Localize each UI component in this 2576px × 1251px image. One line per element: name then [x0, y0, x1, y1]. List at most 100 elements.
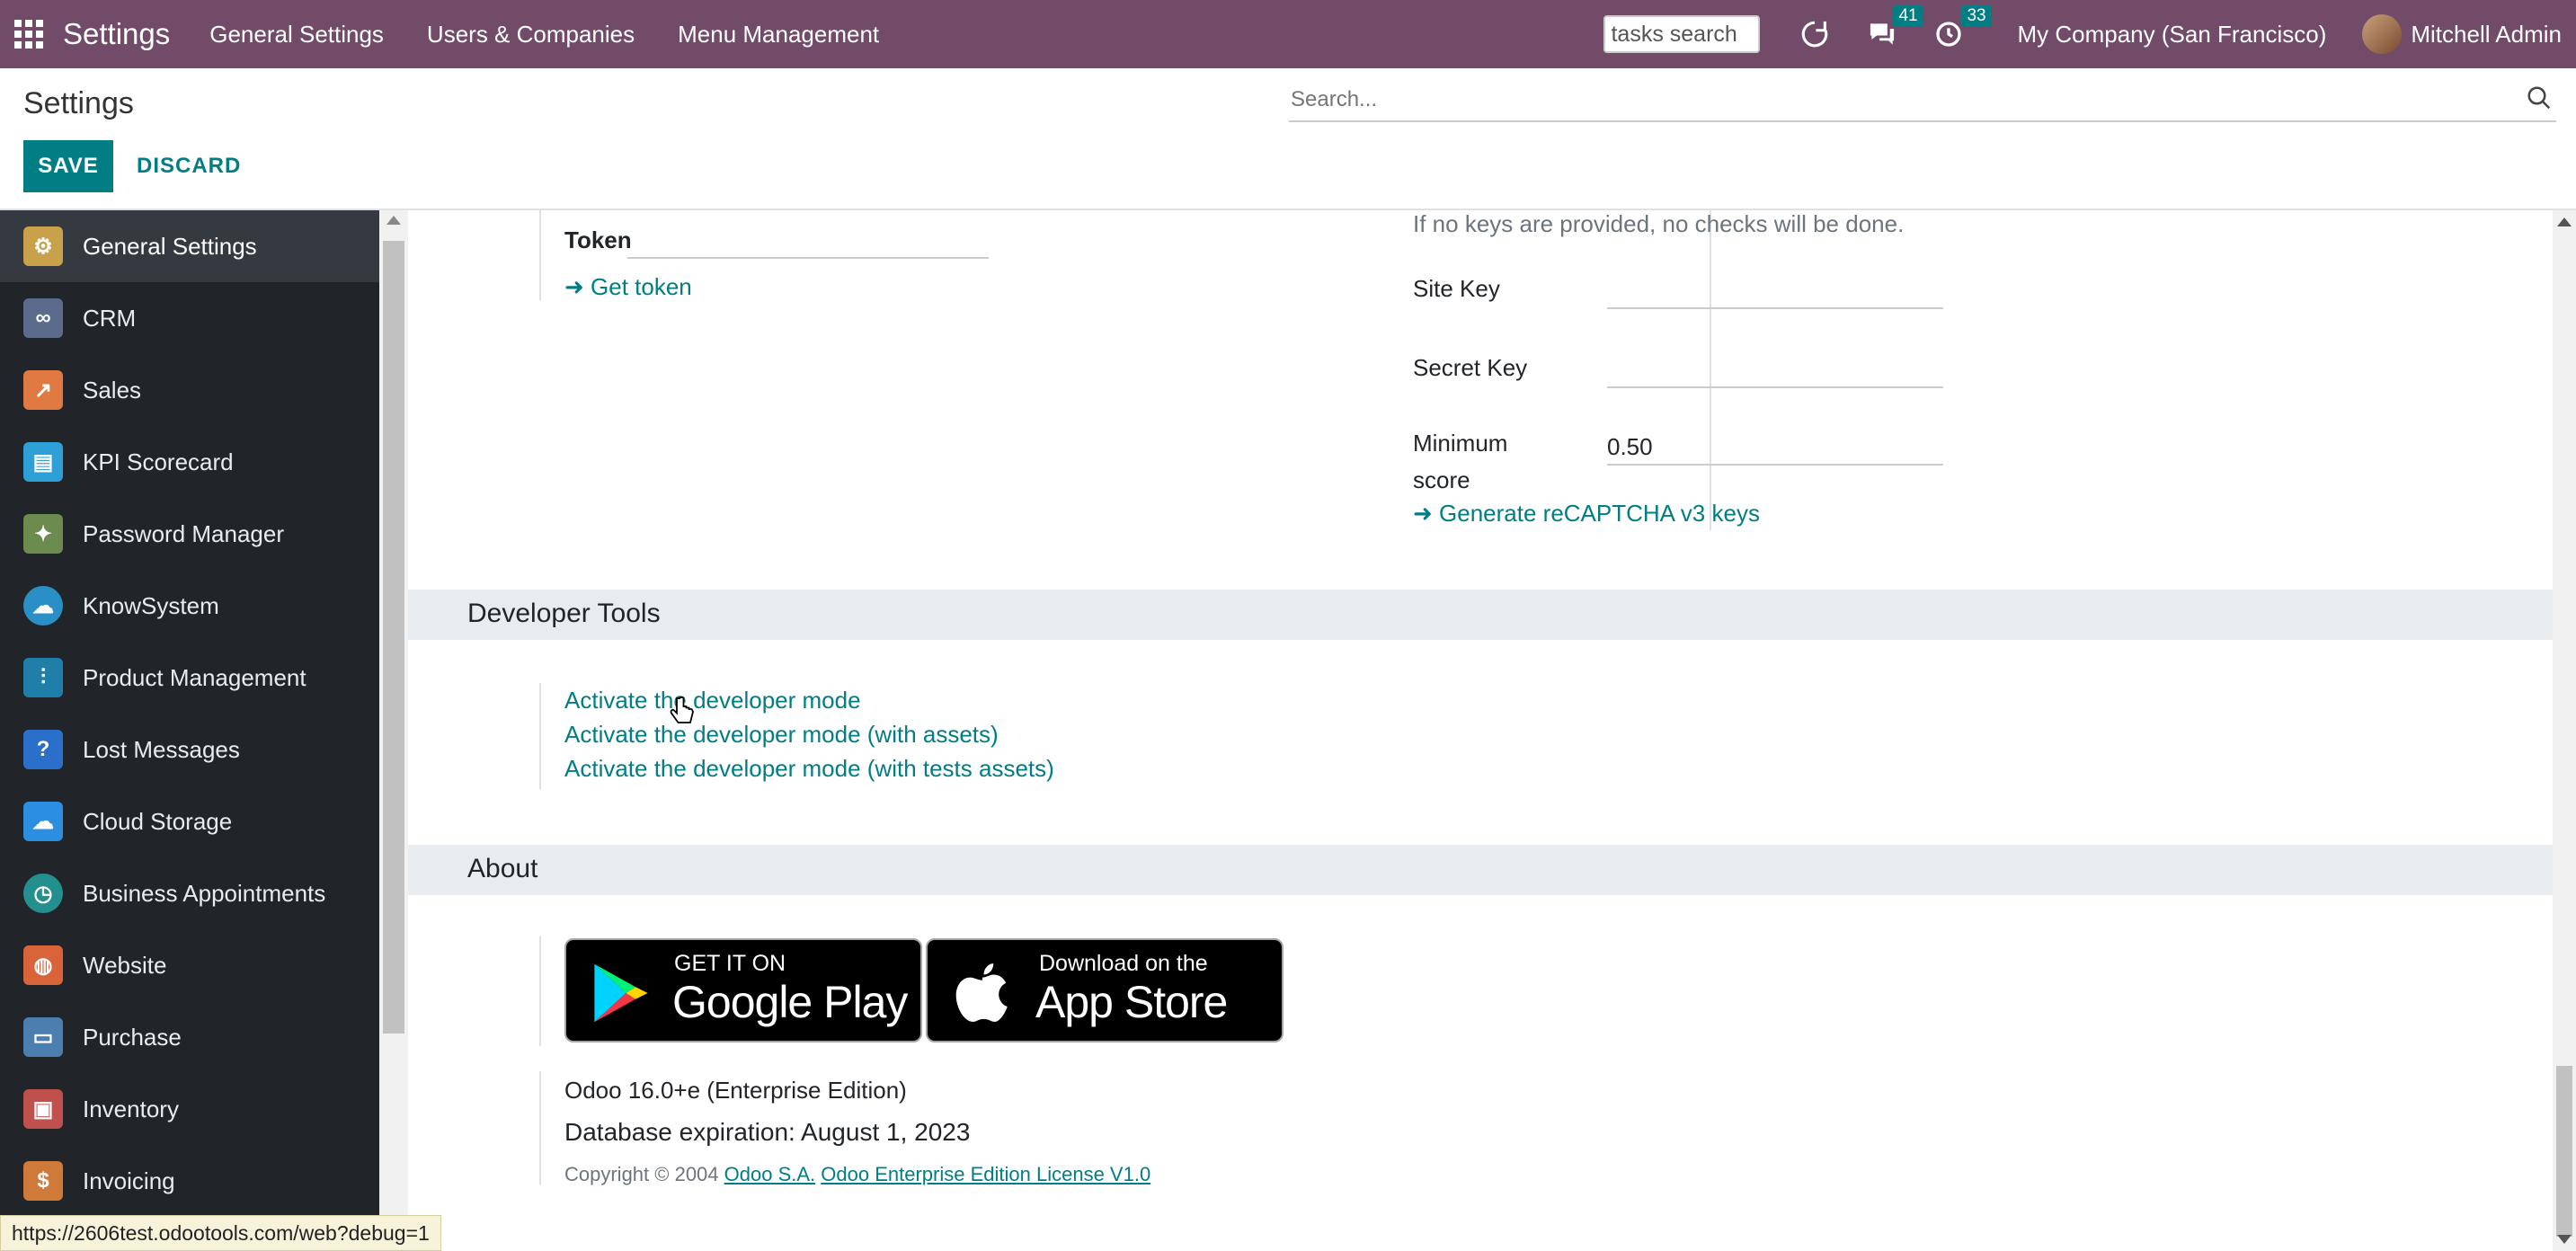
- sidebar-item-lost-messages[interactable]: ? Lost Messages: [0, 714, 379, 785]
- sidebar-item-website[interactable]: ◍ Website: [0, 929, 379, 1001]
- sidebar-item-purchase[interactable]: ▭ Purchase: [0, 1001, 379, 1073]
- sidebar-item-label: Inventory: [83, 1095, 179, 1122]
- user-question-icon: ?: [23, 730, 63, 769]
- user-menu[interactable]: Mitchell Admin: [2411, 21, 2562, 49]
- sidebar-item-general-settings[interactable]: ⚙ General Settings: [0, 210, 379, 282]
- search-icon[interactable]: [2526, 84, 2553, 116]
- card-icon: ▭: [23, 1017, 63, 1057]
- sidebar-item-label: Sales: [83, 376, 142, 404]
- google-play-badge[interactable]: GET IT ON Google Play: [564, 938, 922, 1042]
- sidebar-item-label: KnowSystem: [83, 591, 219, 619]
- scroll-up-icon[interactable]: [2557, 217, 2572, 226]
- sidebar-item-label: Invoicing: [83, 1167, 175, 1194]
- minimum-score-label-line2: score: [1413, 466, 1470, 493]
- dev-tools-border: [539, 683, 541, 789]
- main-scrollbar[interactable]: [2553, 210, 2576, 1251]
- sidebar-item-inventory[interactable]: ▣ Inventory: [0, 1073, 379, 1145]
- sidebar-item-label: Business Appointments: [83, 879, 326, 907]
- settings-search-input[interactable]: [1289, 79, 2461, 120]
- activate-developer-mode-tests-assets-link[interactable]: Activate the developer mode (with tests …: [564, 755, 1054, 783]
- secret-key-field[interactable]: [1607, 386, 1943, 388]
- app-store-badge[interactable]: Download on the App Store: [926, 938, 1284, 1042]
- menu-general-settings[interactable]: General Settings: [209, 21, 384, 49]
- sidebar-scrollbar[interactable]: [379, 210, 408, 1251]
- hand-pointer-icon: [669, 696, 696, 732]
- token-field[interactable]: [627, 257, 989, 259]
- activities-icon[interactable]: 33: [1934, 5, 1992, 49]
- sidebar-item-label: CRM: [83, 304, 137, 332]
- token-label: Token: [564, 226, 632, 253]
- box-icon: ▣: [23, 1089, 63, 1129]
- save-button[interactable]: SAVE: [23, 140, 113, 192]
- refresh-icon[interactable]: [1799, 19, 1830, 49]
- activities-badge: 33: [1961, 5, 1992, 27]
- google-play-big-text: Google Play: [672, 977, 908, 1027]
- settings-content: Token ➜ Get token If no keys are provide…: [408, 210, 2553, 1251]
- sidebar-item-cloud-storage[interactable]: ☁ Cloud Storage: [0, 785, 379, 857]
- setting-left-border: [539, 210, 541, 300]
- page-title: Settings: [23, 86, 134, 120]
- generate-keys-label: Generate reCAPTCHA v3 keys: [1439, 500, 1760, 527]
- main-scroll-thumb[interactable]: [2556, 1066, 2572, 1237]
- menu-users-companies[interactable]: Users & Companies: [427, 21, 635, 49]
- app-brand[interactable]: Settings: [63, 17, 170, 51]
- sidebar-item-label: Password Manager: [83, 519, 284, 547]
- sidebar-item-password-manager[interactable]: ✦ Password Manager: [0, 498, 379, 570]
- sidebar-item-crm[interactable]: ∞ CRM: [0, 282, 379, 354]
- company-switcher[interactable]: My Company (San Francisco): [2017, 21, 2326, 49]
- minimum-score-value[interactable]: 0.50: [1607, 433, 1653, 461]
- messages-badge: 41: [1893, 5, 1923, 27]
- about-title: About: [467, 854, 538, 883]
- clock-icon: ◷: [23, 874, 63, 913]
- database-expiration: Database expiration: August 1, 2023: [564, 1118, 971, 1146]
- sidebar-scroll-thumb[interactable]: [383, 241, 404, 1034]
- developer-tools-header: Developer Tools: [408, 590, 2553, 640]
- copyright-line: Copyright © 2004 Odoo S.A. Odoo Enterpri…: [564, 1163, 1150, 1186]
- settings-search: [1289, 79, 2556, 122]
- app-store-small-text: Download on the: [1039, 951, 1208, 976]
- menu-management[interactable]: Menu Management: [678, 21, 879, 49]
- arrow-right-icon: ➜: [1413, 500, 1433, 527]
- apple-icon: [955, 963, 1008, 1022]
- google-play-icon: [594, 963, 648, 1023]
- minimum-score-field[interactable]: [1607, 464, 1943, 466]
- generate-recaptcha-keys-link[interactable]: ➜ Generate reCAPTCHA v3 keys: [1413, 500, 1760, 528]
- discard-button[interactable]: DISCARD: [131, 140, 246, 192]
- sidebar-item-sales[interactable]: ↗ Sales: [0, 354, 379, 426]
- sidebar-item-product-management[interactable]: ⫶ Product Management: [0, 642, 379, 714]
- sidebar-item-label: General Settings: [83, 232, 257, 260]
- user-avatar[interactable]: [2362, 14, 2403, 54]
- sidebar-item-label: Cloud Storage: [83, 807, 233, 835]
- top-navbar: Settings General Settings Users & Compan…: [0, 0, 2576, 68]
- app-store-big-text: App Store: [1035, 977, 1228, 1027]
- get-token-link[interactable]: ➜ Get token: [564, 273, 692, 301]
- tasks-search-input[interactable]: [1603, 15, 1761, 53]
- minimum-score-label: Minimum score: [1413, 430, 1507, 494]
- secret-key-label: Secret Key: [1413, 354, 1528, 381]
- developer-tools-title: Developer Tools: [467, 599, 661, 628]
- chart-up-icon: ↗: [23, 370, 63, 410]
- activate-developer-mode-link[interactable]: Activate the developer mode: [564, 687, 861, 714]
- sidebar-item-knowsystem[interactable]: ☁ KnowSystem: [0, 570, 379, 642]
- activate-developer-mode-assets-link[interactable]: Activate the developer mode (with assets…: [564, 721, 999, 749]
- globe-icon: ◍: [23, 945, 63, 985]
- recaptcha-note: If no keys are provided, no checks will …: [1413, 210, 1905, 237]
- invoice-icon: $: [23, 1161, 63, 1201]
- sidebar-item-invoicing[interactable]: $ Invoicing: [0, 1145, 379, 1217]
- copyright-text: Copyright © 2004: [564, 1163, 719, 1185]
- sidebar-item-kpi-scorecard[interactable]: ▤ KPI Scorecard: [0, 426, 379, 498]
- minimum-score-label-line1: Minimum: [1413, 430, 1508, 457]
- brain-icon: ☁: [23, 586, 63, 626]
- odoo-sa-link[interactable]: Odoo S.A.: [724, 1163, 816, 1185]
- about-border-1: [539, 936, 541, 1046]
- site-key-field[interactable]: [1607, 307, 1943, 309]
- sidebar-item-business-appointments[interactable]: ◷ Business Appointments: [0, 857, 379, 929]
- sidebar-item-label: Purchase: [83, 1023, 182, 1051]
- key-icon: ✦: [23, 514, 63, 554]
- sidebar-item-label: Website: [83, 951, 167, 979]
- apps-grid-icon[interactable]: [14, 20, 43, 49]
- messages-icon[interactable]: 41: [1866, 5, 1923, 49]
- license-link[interactable]: Odoo Enterprise Edition License V1.0: [821, 1163, 1150, 1185]
- scroll-down-icon[interactable]: [2557, 1235, 2572, 1244]
- scorecard-icon: ▤: [23, 442, 63, 482]
